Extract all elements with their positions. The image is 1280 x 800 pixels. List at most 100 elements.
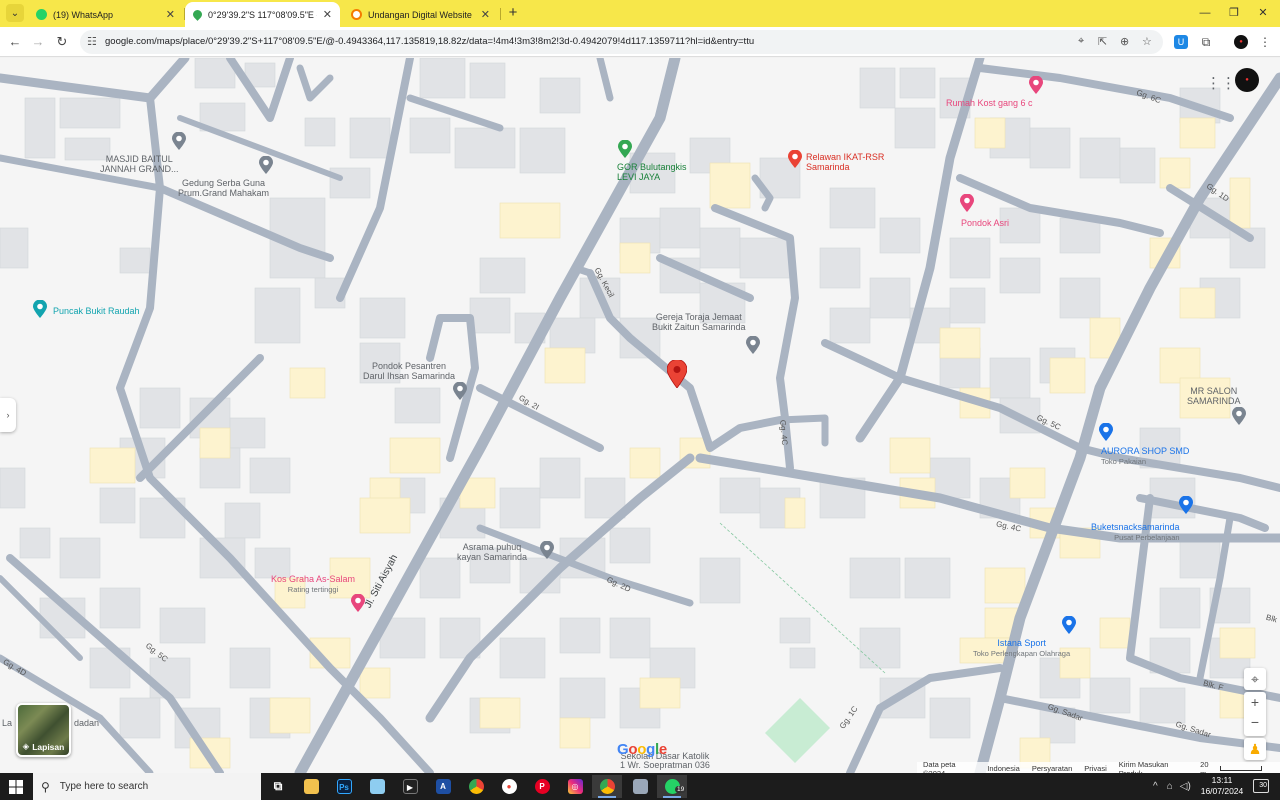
poi-text: Gereja Toraja Jemaat Bukit Zaitun Samari… (652, 312, 746, 332)
poi-label-pondok-asri[interactable]: Pondok Asri (961, 218, 1009, 228)
close-icon[interactable]: ✕ (166, 8, 175, 21)
poi-label-rumah-kost[interactable]: Rumah Kost gang 6 c (946, 98, 1033, 108)
school-pin-icon[interactable] (453, 382, 467, 400)
tab-undangan[interactable]: Undangan Digital Website Prem ✕ (343, 2, 498, 27)
poi-label-pesantren[interactable]: Pondok Pesantren Darul Ihsan Samarinda (363, 361, 455, 381)
taskbar-notepad[interactable] (362, 775, 392, 798)
notification-center-button[interactable]: 30 (1253, 779, 1269, 793)
restore-button[interactable]: ❐ (1225, 4, 1243, 22)
taskbar-search-input[interactable]: ⚲ Type here to search (33, 773, 261, 800)
poi-label-mr-salon[interactable]: MR SALON SAMARINDA (1187, 386, 1241, 406)
country-link[interactable]: Indonesia (987, 764, 1020, 773)
poi-label-puncak[interactable]: Puncak Bukit Raudah (53, 306, 140, 316)
poi-subtitle: Toko Pakaian (1101, 457, 1147, 466)
task-view-button[interactable]: ⧉ (263, 775, 293, 798)
building-pin-icon[interactable] (259, 156, 273, 174)
lodging-pin-icon[interactable] (960, 194, 974, 212)
chrome-icon (599, 779, 615, 794)
my-location-button[interactable]: ⌖ (1244, 668, 1266, 690)
account-avatar[interactable]: ● (1235, 68, 1259, 92)
site-info-icon[interactable]: ☷ (87, 35, 97, 48)
taskbar-media-player[interactable]: ▶ (395, 775, 425, 798)
selected-location-marker-icon[interactable] (667, 360, 687, 388)
menu-dots-icon[interactable]: ⋮ (1258, 35, 1272, 49)
chevron-right-icon: › (6, 410, 10, 420)
poi-label-gedung[interactable]: Gedung Serba Guna Prum.Grand Mahakam (178, 178, 269, 198)
organization-pin-icon[interactable] (788, 150, 802, 168)
poi-label-buketsnack[interactable]: Buketsnacksamarinda Pusat Perbelanjaan (1091, 522, 1180, 543)
mosque-pin-icon[interactable] (172, 132, 186, 150)
shop-pin-icon[interactable] (1099, 423, 1113, 441)
taskbar-file-explorer[interactable] (296, 775, 326, 798)
back-button[interactable]: ← (6, 33, 24, 51)
poi-label-gereja[interactable]: Gereja Toraja Jemaat Bukit Zaitun Samari… (652, 312, 746, 332)
location-icon[interactable]: ⌖ (1078, 35, 1084, 48)
poi-label-kos-graha[interactable]: Kos Graha As-Salam Rating tertinggi (271, 574, 355, 595)
unread-badge: 19 (675, 786, 687, 793)
minimize-button[interactable]: — (1196, 4, 1214, 22)
poi-label-gor[interactable]: GOR Bulutangkis LEVI JAYA (617, 162, 687, 182)
taskbar-whatsapp[interactable]: 19 (657, 775, 687, 798)
lodging-pin-icon[interactable] (1029, 76, 1043, 94)
poi-label-asrama[interactable]: Asrama puhuq kayan Samarinda (457, 542, 527, 562)
new-tab-button[interactable]: + (504, 4, 522, 22)
map-pin-icon (191, 8, 204, 21)
taskbar-app-window[interactable] (625, 775, 655, 798)
clock-date: 16/07/2024 (1200, 786, 1244, 796)
poi-label-masjid[interactable]: MASJID BAITUL JANNAH GRAND... (100, 154, 179, 174)
sports-pin-icon[interactable] (618, 140, 632, 158)
volume-icon[interactable]: ◁) (1180, 781, 1191, 792)
sports-shop-pin-icon[interactable] (1062, 616, 1076, 634)
url-text: google.com/maps/place/0°29'39.2"S+117°08… (105, 36, 755, 47)
bookmark-star-icon[interactable]: ☆ (1142, 35, 1152, 48)
taskbar-photoshop[interactable]: Ps (329, 775, 359, 798)
street-view-pegman-button[interactable]: ♟ (1244, 738, 1266, 760)
address-bar[interactable]: ☷ google.com/maps/place/0°29'39.2"S+117°… (80, 30, 1163, 54)
taskbar-store[interactable]: A (428, 775, 458, 798)
privacy-link[interactable]: Privasi (1084, 764, 1107, 773)
profile-avatar[interactable]: ● (1234, 35, 1248, 49)
poi-text: MASJID BAITUL JANNAH GRAND... (100, 154, 179, 174)
network-icon[interactable]: ⌂ (1167, 781, 1173, 792)
extension-u-icon[interactable]: U (1174, 35, 1188, 49)
taskbar-chrome[interactable] (461, 775, 491, 798)
poi-label-relawan[interactable]: Relawan IKAT-RSR Samarinda (806, 152, 884, 172)
expand-side-panel-button[interactable]: › (0, 398, 16, 432)
search-placeholder: Type here to search (59, 781, 149, 792)
layers-button[interactable]: ◈ Lapisan (16, 703, 71, 757)
shopping-pin-icon[interactable] (1179, 496, 1193, 514)
tab-whatsapp[interactable]: (19) WhatsApp ✕ (28, 2, 183, 27)
zoom-out-button[interactable]: − (1244, 712, 1266, 732)
dormitory-pin-icon[interactable] (540, 541, 554, 559)
reload-button[interactable]: ↻ (53, 33, 71, 51)
forward-button[interactable]: → (29, 33, 47, 51)
park-pin-icon[interactable] (33, 300, 47, 318)
taskbar-clock[interactable]: 13:11 16/07/2024 (1196, 775, 1248, 797)
poi-label-aurora[interactable]: AURORA SHOP SMD Toko Pakaian (1101, 446, 1189, 467)
taskbar-chrome-profile[interactable] (592, 775, 622, 798)
zoom-icon[interactable]: ⊕ (1120, 35, 1129, 48)
close-window-button[interactable]: ✕ (1254, 4, 1272, 22)
taskbar-instagram[interactable]: ◎ (560, 775, 590, 798)
close-icon[interactable]: ✕ (481, 8, 490, 21)
salon-pin-icon[interactable] (1232, 407, 1246, 425)
tab-maps[interactable]: 0°29'39.2"S 117°08'09.5"E - Goo ✕ (185, 2, 340, 27)
feedback-link[interactable]: Kirim Masukan Produk (1119, 760, 1188, 774)
close-icon[interactable]: ✕ (323, 8, 332, 21)
terms-link[interactable]: Persyaratan (1032, 764, 1072, 773)
start-button[interactable] (0, 773, 32, 800)
windows-taskbar: ⚲ Type here to search ⧉ Ps ▶ A ● P ◎ 19 … (0, 773, 1280, 800)
poi-label-istana[interactable]: Istana Sport Toko Perlengkapan Olahraga (973, 638, 1070, 659)
map-canvas[interactable]: ⋮⋮⋮ ● › MASJID BAITUL JANNAH GRAND... Ge… (0, 58, 1280, 773)
open-in-app-icon[interactable]: ⇱ (1098, 35, 1107, 48)
taskbar-pinterest[interactable]: P (527, 775, 557, 798)
church-pin-icon[interactable] (746, 336, 760, 354)
tab-search-button[interactable]: ⌄ (6, 4, 24, 22)
taskbar-maps[interactable]: ● (494, 775, 524, 798)
browser-toolbar: ← → ↻ ☷ google.com/maps/place/0°29'39.2"… (0, 27, 1280, 57)
scale-label[interactable]: 20 m (1200, 760, 1215, 774)
tray-overflow-icon[interactable]: ^ (1153, 781, 1158, 792)
poi-label-partial[interactable]: dadan (74, 718, 99, 728)
extensions-puzzle-icon[interactable]: ⧉ (1199, 35, 1213, 49)
zoom-in-button[interactable]: + (1244, 692, 1266, 712)
